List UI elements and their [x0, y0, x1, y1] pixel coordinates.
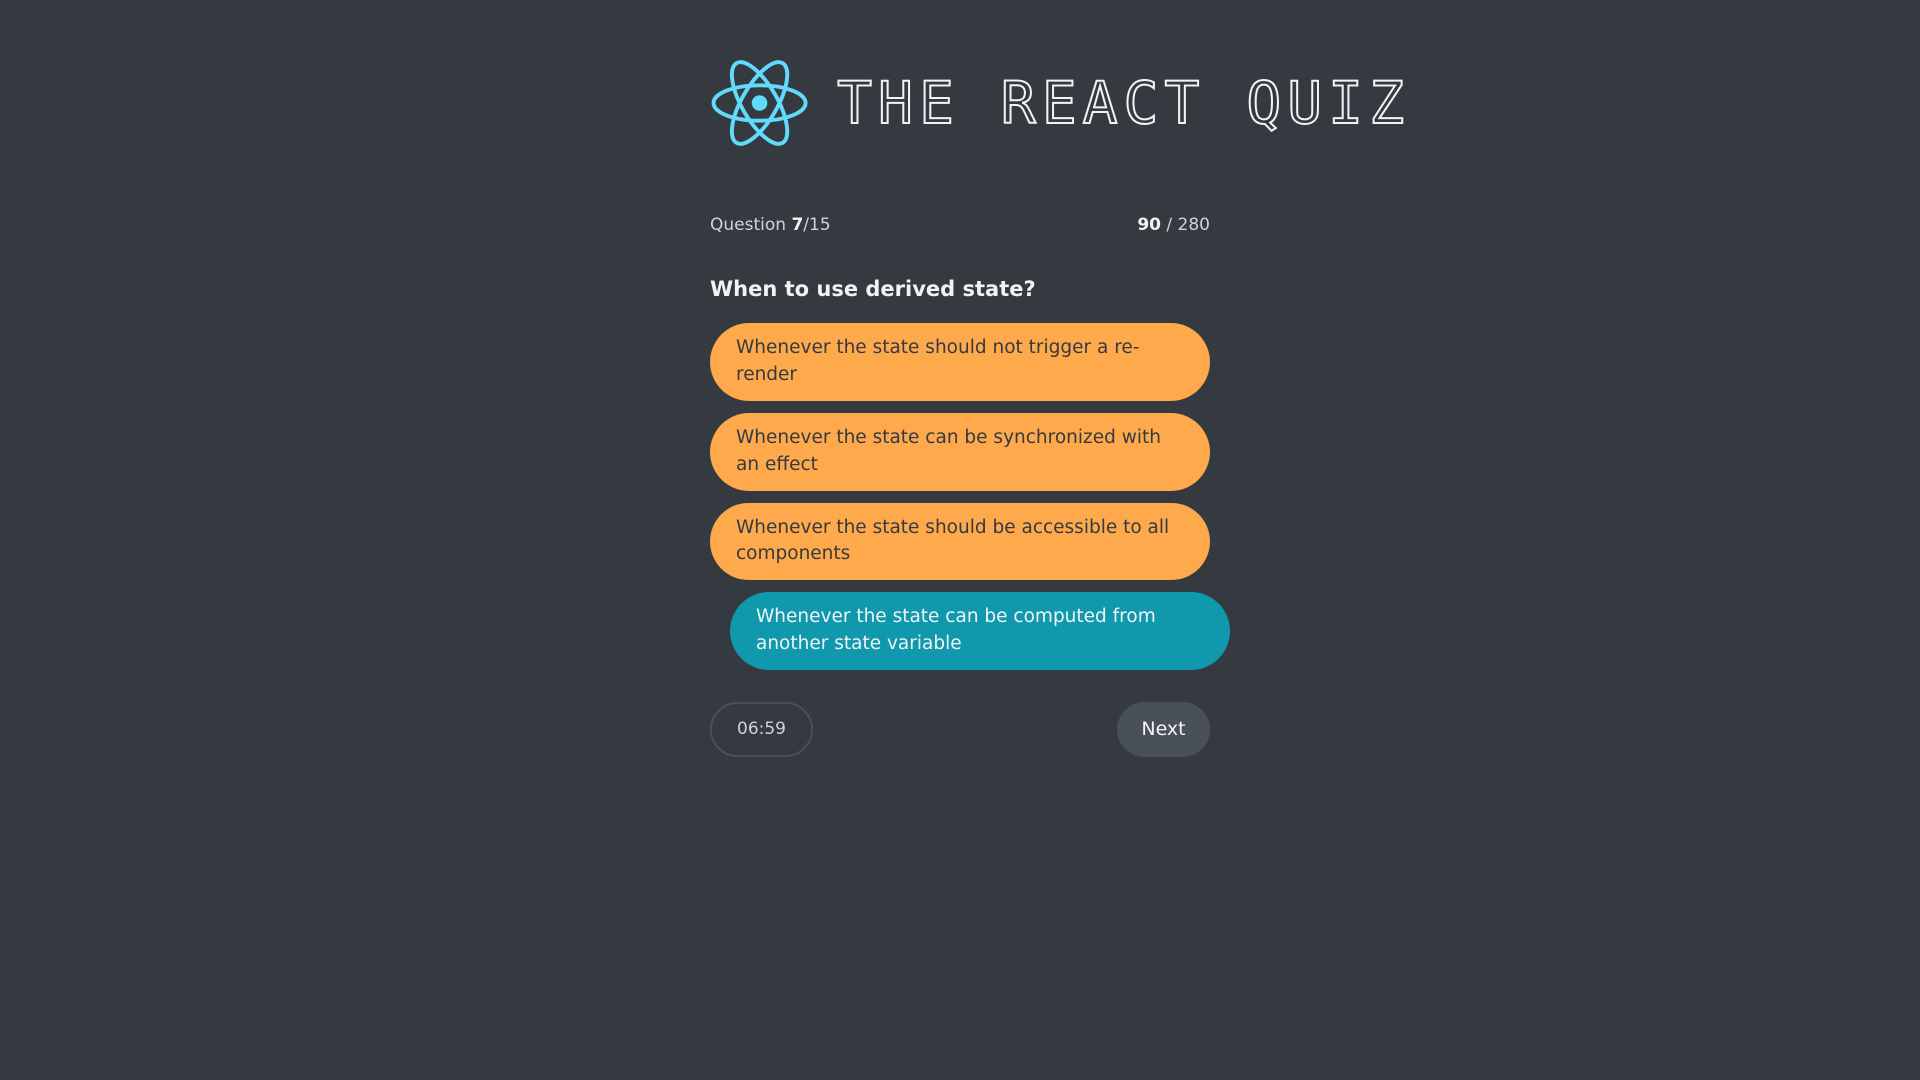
points-current: 90 [1137, 215, 1161, 235]
option-button[interactable]: Whenever the state should be accessible … [710, 502, 1210, 581]
next-button[interactable]: Next [1117, 701, 1210, 757]
timer: 06:59 [710, 701, 813, 757]
quiz-footer: 06:59 Next [710, 701, 1210, 757]
progress-row: Question 7/15 90 / 280 [710, 210, 1210, 240]
app-title: THE REACT QUIZ [836, 69, 1410, 137]
question-text: When to use derived state? [710, 277, 1036, 301]
option-button-selected[interactable]: Whenever the state can be computed from … [730, 592, 1230, 670]
points-max: / 280 [1166, 215, 1210, 235]
options-list: Whenever the state should not trigger a … [710, 323, 1230, 670]
header: THE REACT QUIZ [710, 38, 1410, 168]
question-counter-label: Question [710, 215, 787, 235]
question-current: 7 [791, 215, 804, 235]
question-total: /15 [803, 215, 831, 235]
option-button[interactable]: Whenever the state can be synchronized w… [710, 412, 1210, 491]
points-counter: 90 / 280 [1137, 215, 1210, 235]
option-button[interactable]: Whenever the state should not trigger a … [710, 323, 1210, 401]
app-root: THE REACT QUIZ Question 7/15 90 / 280 Wh… [0, 0, 1920, 1080]
question-counter: Question 7/15 [710, 215, 831, 235]
react-logo-icon [711, 60, 808, 146]
quiz-main: Question 7/15 90 / 280 When to use deriv… [710, 210, 1230, 757]
